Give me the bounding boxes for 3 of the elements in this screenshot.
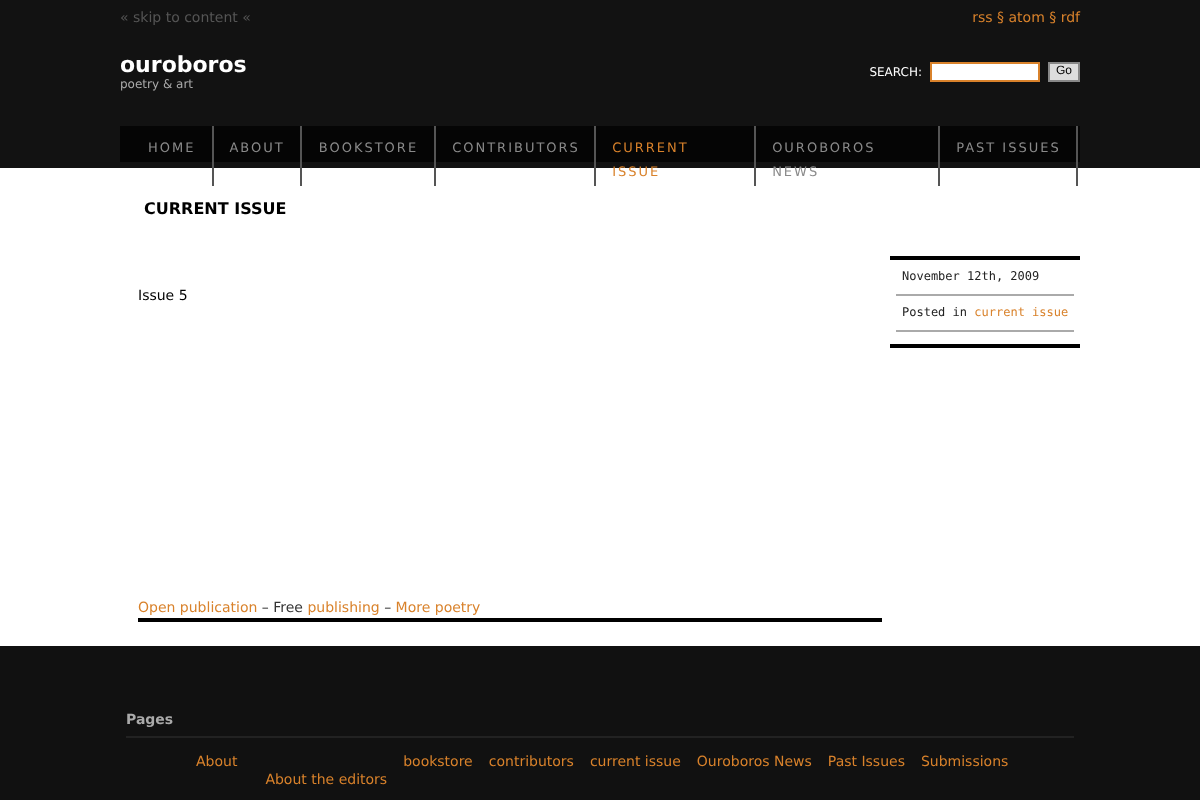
site-title: ouroboros [120, 52, 247, 78]
search-field[interactable] [929, 62, 1040, 82]
post-title: CURRENT ISSUE [144, 200, 289, 218]
